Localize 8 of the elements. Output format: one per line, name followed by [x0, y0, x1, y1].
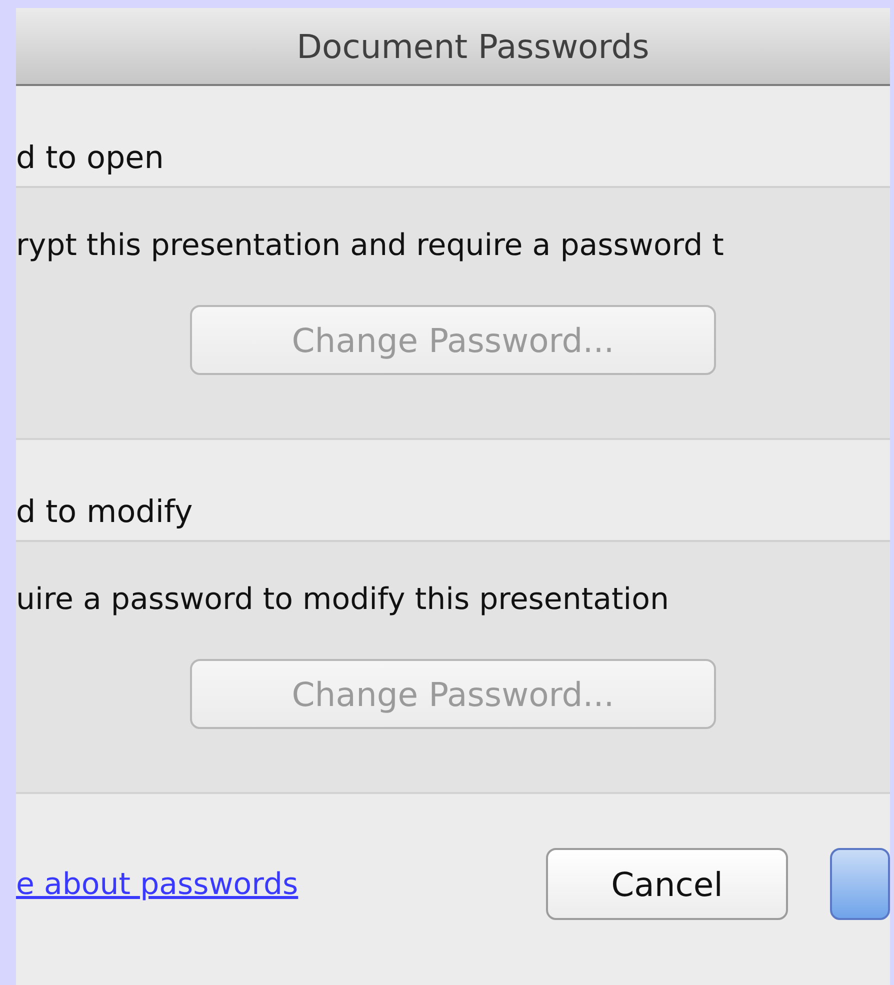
cancel-button[interactable]: Cancel	[546, 848, 788, 920]
help-link[interactable]: e about passwords	[16, 866, 546, 902]
window-title: Document Passwords	[296, 26, 650, 66]
section-heading: d to open	[16, 140, 164, 176]
section-heading: d to modify	[16, 494, 193, 530]
option-label: rypt this presentation and require a password t	[16, 228, 725, 263]
option-label: uire a password to modify this presentation	[16, 582, 670, 617]
default-button[interactable]	[830, 848, 890, 920]
